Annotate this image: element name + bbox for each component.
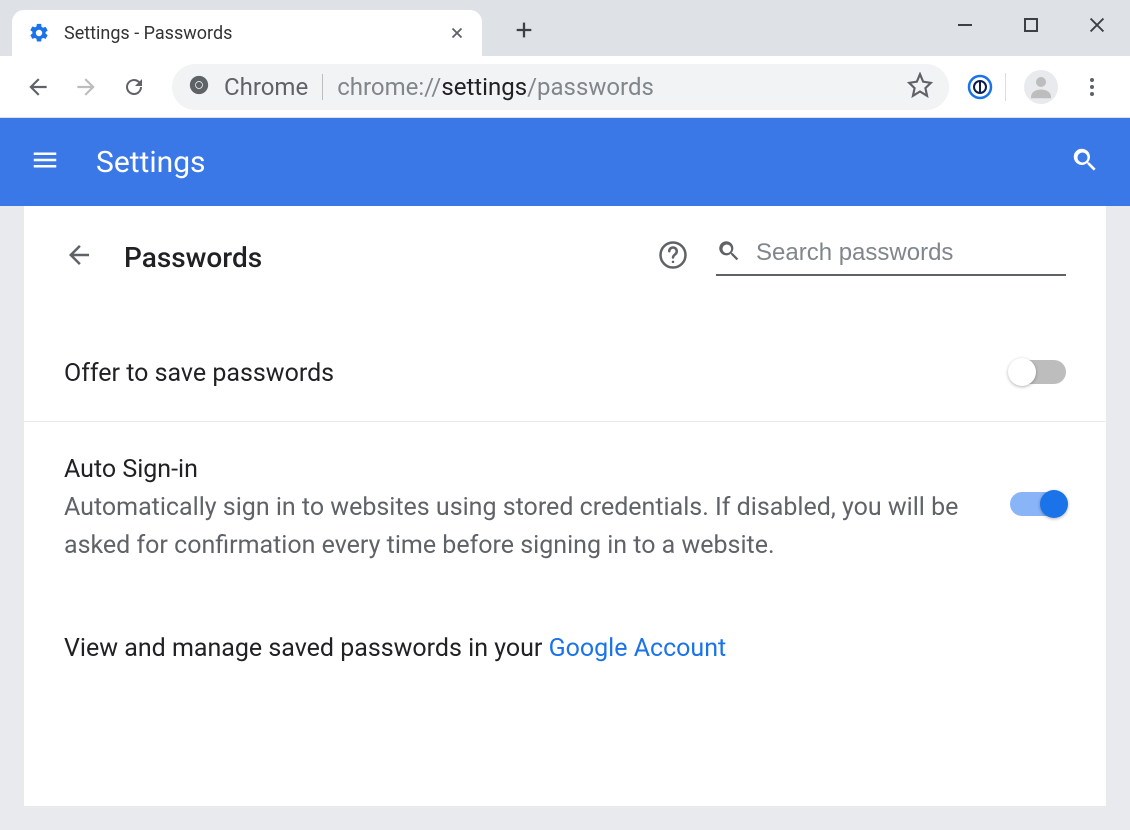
window-controls [932, 0, 1130, 50]
divider [322, 74, 323, 100]
setting-label: Auto Sign-in [64, 452, 980, 487]
divider [1005, 73, 1006, 101]
hamburger-menu-icon[interactable] [30, 145, 60, 179]
forward-button[interactable] [66, 67, 106, 107]
maximize-button[interactable] [998, 0, 1064, 50]
link-prefix-text: View and manage saved passwords in your [64, 634, 549, 663]
toggle-offer-save[interactable] [1010, 360, 1066, 384]
close-icon[interactable] [448, 24, 466, 42]
settings-header: Settings [0, 118, 1130, 206]
toggle-auto-signin[interactable] [1010, 492, 1066, 516]
close-window-button[interactable] [1064, 0, 1130, 50]
search-icon [716, 238, 742, 268]
back-arrow-icon[interactable] [64, 240, 94, 274]
extension-icon[interactable] [967, 74, 993, 100]
browser-tab[interactable]: Settings - Passwords [12, 10, 482, 56]
search-icon[interactable] [1070, 145, 1100, 179]
browser-toolbar: Chrome chrome://settings/passwords [0, 56, 1130, 118]
toggle-knob [1040, 490, 1068, 518]
gear-icon [28, 22, 50, 44]
setting-offer-save: Offer to save passwords [24, 296, 1106, 422]
manage-passwords-link-row: View and manage saved passwords in your … [24, 594, 1106, 693]
chrome-icon [188, 74, 210, 100]
setting-description: Automatically sign in to websites using … [64, 489, 980, 564]
profile-avatar[interactable] [1024, 70, 1058, 104]
page-header: Passwords [24, 206, 1106, 296]
omnibox-url: chrome://settings/passwords [337, 73, 654, 101]
settings-content: Passwords Offer to save passwords Auto S… [24, 206, 1106, 806]
minimize-button[interactable] [932, 0, 998, 50]
toggle-knob [1008, 358, 1036, 386]
settings-header-title: Settings [96, 145, 206, 180]
tab-strip: Settings - Passwords [0, 0, 1130, 56]
bookmark-star-icon[interactable] [907, 72, 933, 102]
kebab-menu-icon[interactable] [1072, 67, 1112, 107]
new-tab-button[interactable] [504, 10, 544, 50]
tab-title: Settings - Passwords [64, 23, 434, 44]
password-search-input[interactable] [756, 239, 1066, 267]
page-title: Passwords [124, 241, 262, 274]
address-bar[interactable]: Chrome chrome://settings/passwords [172, 64, 949, 110]
omnibox-label: Chrome [224, 73, 308, 101]
setting-label: Offer to save passwords [64, 356, 980, 391]
setting-auto-signin: Auto Sign-in Automatically sign in to we… [24, 422, 1106, 594]
password-search-box[interactable] [716, 238, 1066, 276]
help-icon[interactable] [658, 240, 688, 274]
reload-button[interactable] [114, 67, 154, 107]
back-button[interactable] [18, 67, 58, 107]
google-account-link[interactable]: Google Account [549, 634, 727, 663]
